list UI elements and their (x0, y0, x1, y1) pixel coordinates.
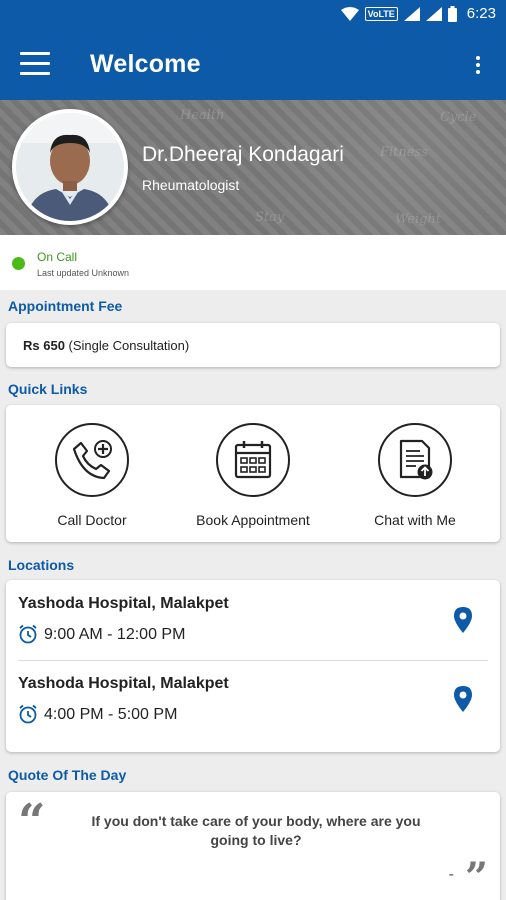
fee-amount: Rs 650 (23, 338, 65, 353)
signal-icon-2 (425, 6, 442, 21)
background-doodle: Stay (255, 210, 285, 225)
hamburger-menu-icon[interactable] (20, 52, 50, 78)
document-upload-icon (399, 439, 433, 480)
book-appointment-icon-circle (216, 423, 290, 497)
background-doodle: Weight (395, 212, 442, 227)
chat-with-me-icon-circle (378, 423, 452, 497)
section-title-appointment-fee: Appointment Fee (8, 298, 123, 314)
quote-text: If you don't take care of your body, whe… (91, 813, 421, 848)
status-updated-text: Last updated Unknown (37, 268, 130, 278)
book-appointment-button[interactable]: Book Appointment (178, 405, 328, 542)
section-title-locations: Locations (8, 557, 75, 573)
calendar-icon (234, 441, 272, 479)
open-quote-icon: “ (18, 794, 46, 850)
close-quote-icon: ” (464, 854, 488, 900)
status-bar: VoLTE 6:23 (0, 0, 506, 30)
location-item[interactable]: Yashoda Hospital, Malakpet 4:00 PM - 5:0… (6, 661, 500, 741)
quote-author: - (448, 866, 454, 883)
appointment-fee-card: Rs 650 (Single Consultation) (6, 323, 500, 367)
fee-text: Rs 650 (Single Consultation) (23, 338, 189, 353)
location-hours: 4:00 PM - 5:00 PM (44, 706, 178, 723)
call-doctor-button[interactable]: Call Doctor (17, 405, 167, 542)
volte-badge: VoLTE (364, 6, 398, 21)
location-hours: 9:00 AM - 12:00 PM (44, 626, 186, 643)
background-doodle: Fitness (380, 145, 428, 160)
call-doctor-label: Call Doctor (57, 512, 127, 528)
battery-icon (447, 5, 457, 22)
chat-with-me-button[interactable]: Chat with Me (340, 405, 490, 542)
avatar[interactable] (12, 109, 128, 225)
profile-header: Health Fitness Stay Cycle Weight Dr.Dhee… (0, 100, 506, 235)
status-dot-icon (12, 257, 25, 270)
quick-links-card: Call Doctor Book Appointment Chat with M… (6, 405, 500, 542)
overflow-menu-icon[interactable] (474, 56, 482, 74)
alarm-clock-icon (19, 624, 37, 644)
location-name: Yashoda Hospital, Malakpet (18, 595, 229, 612)
section-title-quote: Quote Of The Day (8, 767, 127, 783)
map-pin-icon[interactable] (454, 686, 472, 712)
book-appointment-label: Book Appointment (196, 512, 310, 528)
background-doodle: Health (180, 108, 225, 123)
background-doodle: Cycle (440, 110, 477, 125)
doctor-name: Dr.Dheeraj Kondagari (142, 143, 344, 166)
app-bar: Welcome (0, 30, 506, 100)
signal-icon (403, 6, 420, 21)
section-title-quick-links: Quick Links (8, 381, 88, 397)
map-pin-icon[interactable] (454, 607, 472, 633)
availability-status: On Call Last updated Unknown (0, 235, 506, 290)
doctor-specialty: Rheumatologist (142, 177, 240, 193)
alarm-clock-icon (19, 704, 37, 724)
quote-card: “ If you don't take care of your body, w… (6, 792, 500, 900)
status-icons: VoLTE 6:23 (340, 5, 496, 22)
clock-time: 6:23 (466, 5, 496, 22)
status-text: On Call (37, 250, 78, 264)
call-doctor-icon-circle (55, 423, 129, 497)
fee-note: (Single Consultation) (68, 338, 190, 353)
doctor-photo (16, 113, 124, 221)
chat-with-me-label: Chat with Me (374, 512, 456, 528)
location-name: Yashoda Hospital, Malakpet (18, 675, 229, 692)
wifi-icon (340, 6, 359, 21)
locations-card: Yashoda Hospital, Malakpet 9:00 AM - 12:… (6, 580, 500, 752)
phone-plus-icon (72, 440, 112, 480)
location-item[interactable]: Yashoda Hospital, Malakpet 9:00 AM - 12:… (6, 580, 500, 660)
app-title: Welcome (90, 50, 201, 78)
